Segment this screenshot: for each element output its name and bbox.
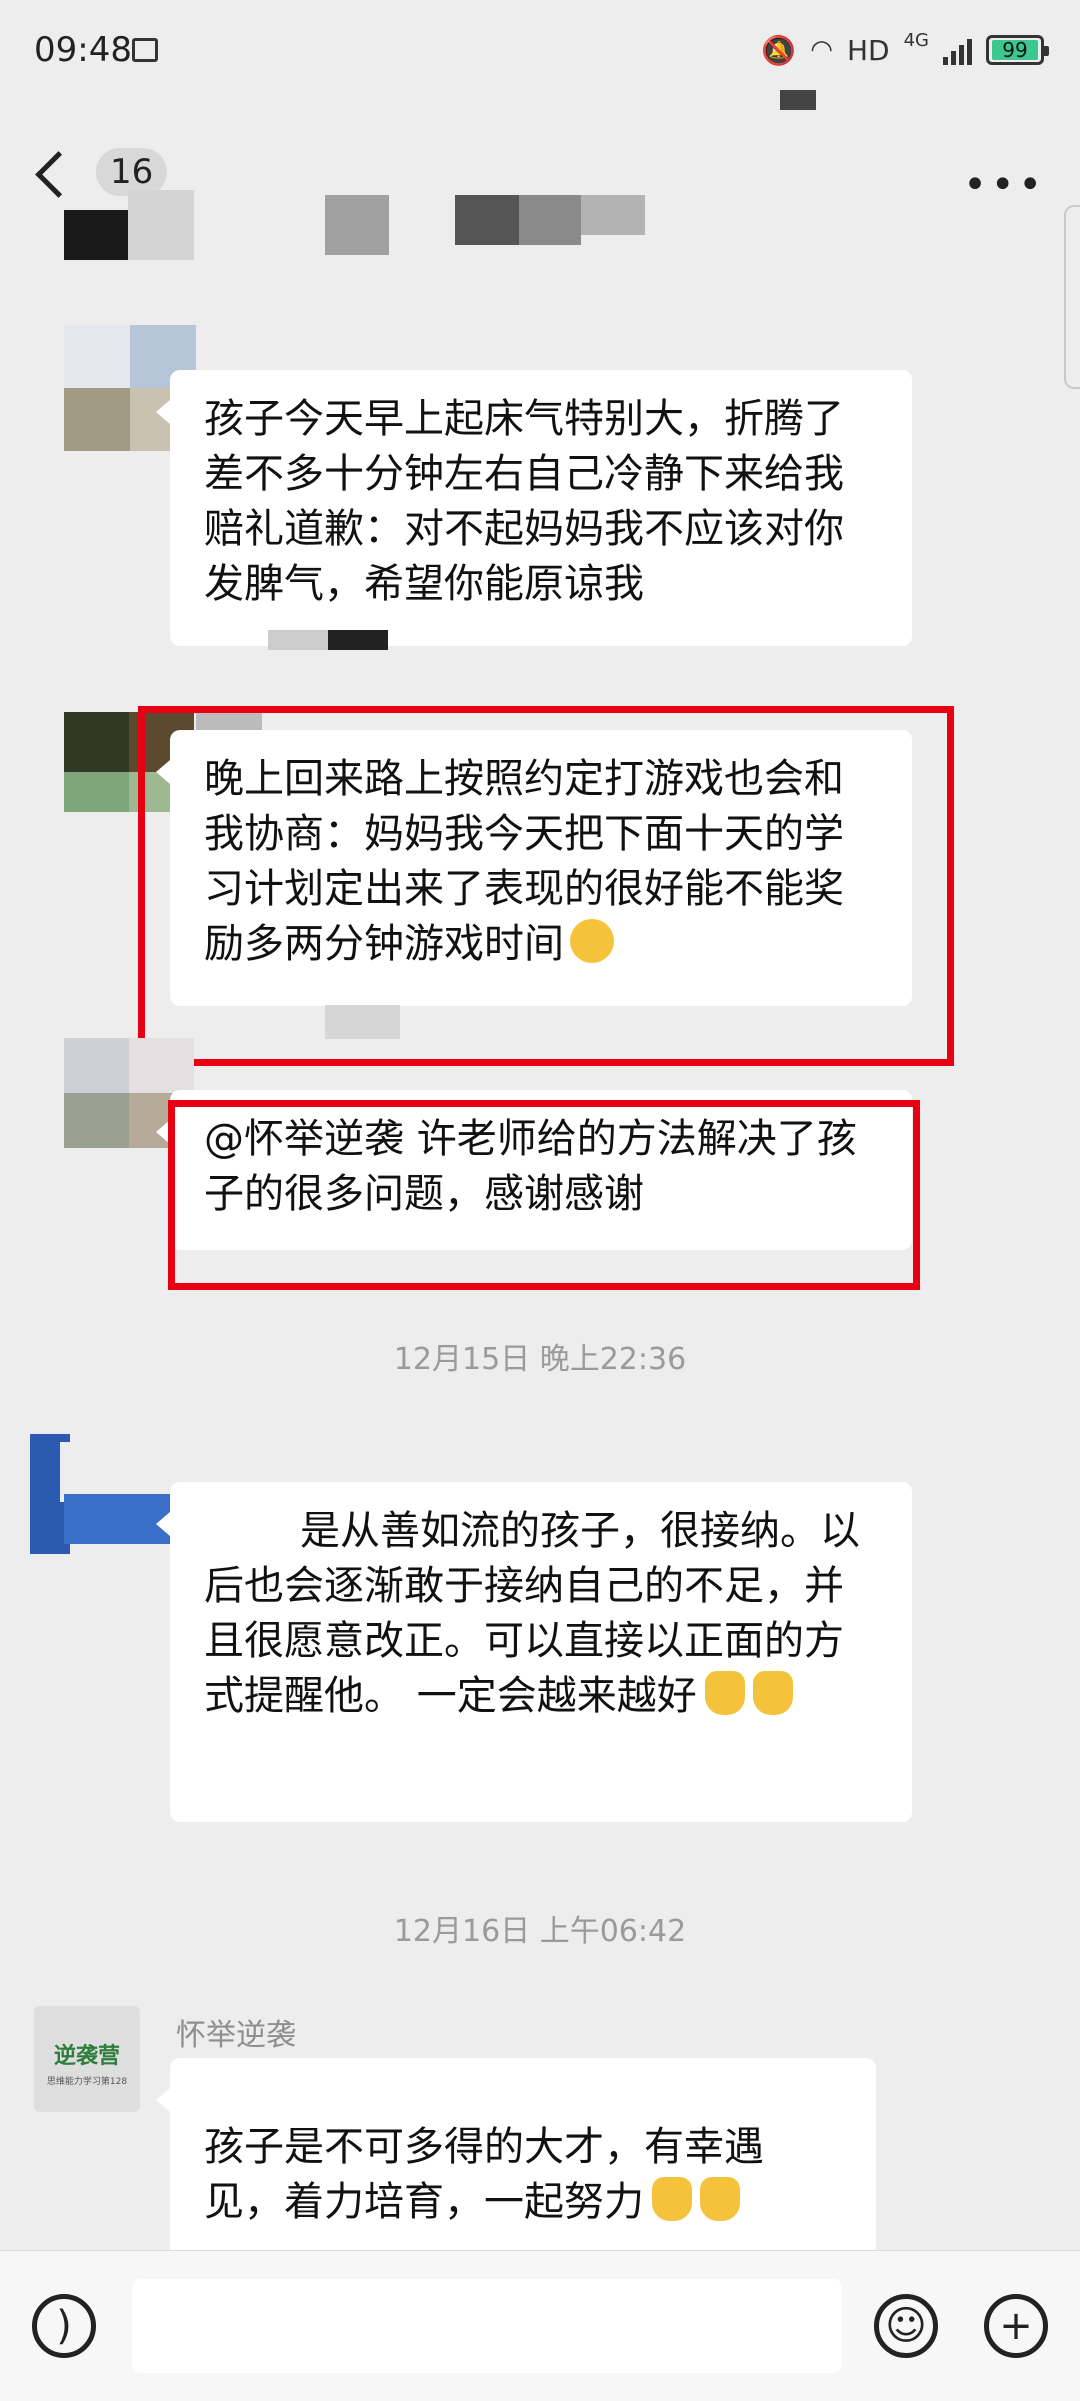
scrollbar[interactable] [1064, 205, 1080, 389]
hd-label: HD [846, 33, 890, 67]
redaction-block [780, 90, 816, 110]
status-right: 🔕 ◠ HD 4G 99 [761, 29, 1049, 70]
highlight-box [168, 1100, 920, 1290]
avatar-logo-title: 逆袭营 [53, 2044, 120, 2069]
wifi-icon: ◠ [810, 35, 833, 65]
status-time: 09:48 [34, 30, 132, 70]
fist-emoji [652, 2177, 692, 2221]
message-bubble[interactable]: 是从善如流的孩子，很接纳。以后也会逐渐敢于接纳自己的不足，并且很愿意改正。可以直… [156, 1482, 912, 1822]
message-bubble[interactable]: 孩子今天早上起床气特别大，折腾了差不多十分钟左右自己冷静下来给我赔礼道歉：对不起… [156, 370, 912, 646]
signal-icon [943, 35, 972, 65]
mute-bell-icon: 🔕 [761, 33, 797, 67]
voice-icon[interactable]: ) [32, 2294, 96, 2358]
redacted-name [325, 1005, 400, 1039]
timestamp: 12月15日 晚上22:36 [393, 1342, 687, 1377]
emoji-icon[interactable]: ☺ [874, 2294, 938, 2358]
back-arrow-icon[interactable] [34, 150, 64, 200]
timestamp: 12月16日 上午06:42 [393, 1914, 687, 1949]
message-text: 孩子今天早上起床气特别大，折腾了差不多十分钟左右自己冷静下来给我赔礼道歉：对不起… [204, 396, 844, 607]
sender-name: 怀举逆袭 [176, 2018, 296, 2053]
network-label: 4G [903, 29, 929, 51]
avatar-logo-subtitle: 思维能力学习第128 [46, 2077, 128, 2087]
image-notification-icon [132, 38, 158, 62]
battery-level: 99 [992, 40, 1038, 60]
redacted-title [325, 195, 655, 255]
avatar[interactable]: 逆袭营 思维能力学习第128 [34, 2006, 140, 2112]
redacted-name [64, 190, 194, 260]
add-icon[interactable]: + [984, 2294, 1048, 2358]
message-input[interactable] [132, 2279, 842, 2373]
more-options-icon[interactable]: ••• [963, 162, 1046, 208]
avatar[interactable] [30, 1434, 190, 1554]
input-bar: ) ☺ + [0, 2250, 1080, 2401]
status-bar: 09:48 🔕 ◠ HD 4G 99 [0, 0, 1080, 110]
fist-emoji [704, 1671, 745, 1715]
fist-emoji [752, 1671, 793, 1715]
redacted-name [268, 630, 388, 650]
fist-emoji [700, 2177, 740, 2221]
highlight-box [138, 706, 954, 1066]
unread-count[interactable]: 16 [96, 148, 168, 196]
battery-icon: 99 [986, 35, 1049, 65]
message-bubble[interactable]: 孩子是不可多得的大才，有幸遇见，着力培育，一起努力 [156, 2058, 876, 2258]
